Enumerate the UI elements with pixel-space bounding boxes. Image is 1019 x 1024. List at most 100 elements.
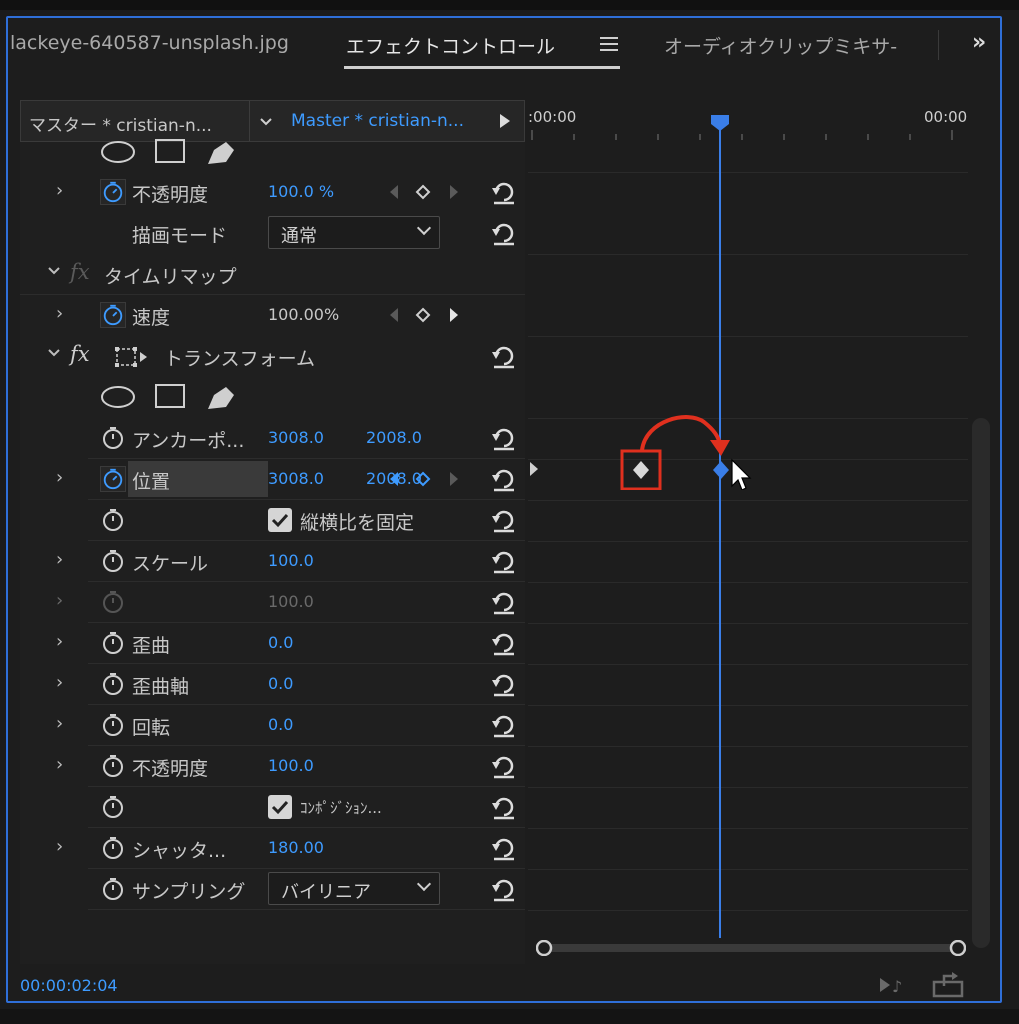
keyframe-timeline[interactable]: :00:00 00:00 bbox=[528, 100, 968, 964]
stopwatch-icon[interactable] bbox=[100, 425, 126, 451]
play-triangle-icon[interactable] bbox=[499, 113, 511, 129]
track-divider bbox=[528, 254, 968, 255]
blend-mode-dropdown[interactable]: 通常 bbox=[268, 216, 440, 249]
stopwatch-active-icon[interactable] bbox=[100, 466, 126, 492]
position-x-value[interactable]: 3008.0 bbox=[268, 469, 324, 488]
reset-icon[interactable] bbox=[490, 793, 518, 821]
shutter-angle-row: › シャッタ... 180.00 bbox=[20, 828, 525, 869]
reset-icon[interactable] bbox=[490, 178, 518, 206]
vertical-scrollbar[interactable] bbox=[972, 418, 990, 948]
current-timecode[interactable]: 00:00:02:04 bbox=[20, 976, 118, 995]
chevron-down-icon[interactable] bbox=[259, 115, 273, 129]
stopwatch-icon[interactable] bbox=[100, 712, 126, 738]
reset-icon[interactable] bbox=[490, 424, 518, 452]
stopwatch-icon[interactable] bbox=[100, 671, 126, 697]
reset-icon[interactable] bbox=[490, 506, 518, 534]
reset-icon[interactable] bbox=[490, 752, 518, 780]
anchor-y-value[interactable]: 2008.0 bbox=[366, 428, 422, 447]
sampling-dropdown[interactable]: バイリニア bbox=[268, 872, 440, 905]
expand-caret-icon[interactable]: › bbox=[56, 590, 63, 611]
rectangle-mask-icon[interactable] bbox=[155, 139, 185, 163]
stopwatch-active-icon[interactable] bbox=[100, 302, 126, 328]
reset-icon[interactable] bbox=[490, 834, 518, 862]
reset-icon[interactable] bbox=[490, 219, 518, 247]
playhead-line[interactable] bbox=[719, 128, 721, 938]
collapse-caret-icon[interactable] bbox=[46, 263, 62, 279]
reset-icon[interactable] bbox=[490, 342, 518, 370]
ellipse-mask-icon[interactable] bbox=[101, 141, 135, 163]
sequence-clip-label[interactable]: Master * cristian-n... bbox=[291, 111, 464, 131]
anchor-x-value[interactable]: 3008.0 bbox=[268, 428, 324, 447]
add-keyframe-icon[interactable] bbox=[415, 307, 431, 323]
stopwatch-icon[interactable] bbox=[100, 548, 126, 574]
skew-value[interactable]: 0.0 bbox=[268, 633, 293, 652]
expand-caret-icon[interactable]: › bbox=[56, 467, 63, 488]
keyframe-diamond-selected[interactable] bbox=[713, 461, 729, 479]
stopwatch-icon[interactable] bbox=[100, 835, 126, 861]
expand-caret-icon[interactable]: › bbox=[56, 713, 63, 734]
play-audio-only-icon[interactable]: ♪ bbox=[880, 977, 902, 996]
tab-audio-clip-mixer[interactable]: オーディオクリップミキサ- bbox=[664, 32, 897, 59]
stopwatch-icon[interactable] bbox=[100, 753, 126, 779]
reset-icon[interactable] bbox=[490, 711, 518, 739]
prev-keyframe-icon[interactable] bbox=[390, 472, 398, 486]
tab-effect-controls[interactable]: エフェクトコントロール bbox=[346, 32, 555, 59]
expand-caret-icon[interactable]: › bbox=[56, 303, 63, 324]
add-keyframe-icon[interactable] bbox=[415, 184, 431, 200]
expand-caret-icon[interactable]: › bbox=[56, 836, 63, 857]
fx-toggle-icon[interactable]: fx bbox=[70, 260, 90, 284]
reset-icon[interactable] bbox=[490, 629, 518, 657]
collapse-caret-icon[interactable] bbox=[46, 345, 62, 361]
expand-caret-icon[interactable]: › bbox=[56, 549, 63, 570]
add-keyframe-icon[interactable] bbox=[415, 471, 431, 487]
playhead-handle[interactable] bbox=[710, 114, 730, 132]
zoom-handle-left[interactable] bbox=[536, 940, 553, 956]
expand-caret-icon[interactable]: › bbox=[56, 180, 63, 201]
stopwatch-icon[interactable] bbox=[100, 507, 126, 533]
zoom-handle-right[interactable] bbox=[949, 940, 966, 956]
transform-opacity-row: › 不透明度 100.0 bbox=[20, 746, 525, 787]
pen-mask-icon[interactable] bbox=[208, 142, 234, 164]
ellipse-mask-icon[interactable] bbox=[101, 386, 135, 408]
timeline-zoom-scrollbar[interactable] bbox=[536, 940, 966, 956]
rectangle-mask-icon[interactable] bbox=[155, 384, 185, 408]
stopwatch-icon[interactable] bbox=[100, 794, 126, 820]
uniform-scale-checkbox[interactable] bbox=[268, 508, 292, 532]
expand-caret-icon[interactable]: › bbox=[56, 631, 63, 652]
tab-source[interactable]: lackeye-640587-unsplash.jpg bbox=[10, 32, 289, 54]
prev-keyframe-icon[interactable] bbox=[390, 185, 398, 199]
next-keyframe-icon[interactable] bbox=[450, 185, 458, 199]
next-keyframe-icon[interactable] bbox=[450, 308, 458, 322]
effect-controls-panel: lackeye-640587-unsplash.jpg エフェクトコントロール … bbox=[6, 16, 1002, 1003]
next-keyframe-icon[interactable] bbox=[450, 472, 458, 486]
opacity-value[interactable]: 100.0 % bbox=[268, 182, 334, 201]
export-frame-icon[interactable] bbox=[932, 972, 964, 998]
expand-caret-icon[interactable]: › bbox=[56, 672, 63, 693]
panel-menu-icon[interactable] bbox=[600, 37, 618, 51]
composition-checkbox[interactable] bbox=[268, 795, 292, 819]
expand-caret-icon[interactable]: › bbox=[56, 754, 63, 775]
transform-opacity-value[interactable]: 100.0 bbox=[268, 756, 314, 775]
reset-icon[interactable] bbox=[490, 875, 518, 903]
skew-axis-value[interactable]: 0.0 bbox=[268, 674, 293, 693]
reset-icon[interactable] bbox=[490, 465, 518, 493]
stopwatch-active-icon[interactable] bbox=[100, 179, 126, 205]
pen-mask-icon[interactable] bbox=[208, 387, 234, 409]
more-tabs-icon[interactable]: » bbox=[972, 30, 986, 55]
mask-shapes-row-top bbox=[20, 139, 525, 172]
transform-handle-icon[interactable] bbox=[114, 346, 152, 368]
fx-toggle-icon[interactable]: fx bbox=[70, 342, 90, 366]
reset-icon[interactable] bbox=[490, 588, 518, 616]
scale-value[interactable]: 100.0 bbox=[268, 551, 314, 570]
speed-value[interactable]: 100.00% bbox=[268, 305, 339, 324]
keyframe-diamond[interactable] bbox=[633, 461, 649, 479]
prev-keyframe-icon[interactable] bbox=[390, 308, 398, 322]
stopwatch-icon[interactable] bbox=[100, 876, 126, 902]
uniform-scale-label: 縦横比を固定 bbox=[300, 512, 415, 534]
rotation-value[interactable]: 0.0 bbox=[268, 715, 293, 734]
reset-icon[interactable] bbox=[490, 670, 518, 698]
reset-icon[interactable] bbox=[490, 547, 518, 575]
shutter-angle-value[interactable]: 180.00 bbox=[268, 838, 324, 857]
stopwatch-icon[interactable] bbox=[100, 630, 126, 656]
master-clip-label[interactable]: マスター * cristian-n... bbox=[29, 111, 212, 136]
